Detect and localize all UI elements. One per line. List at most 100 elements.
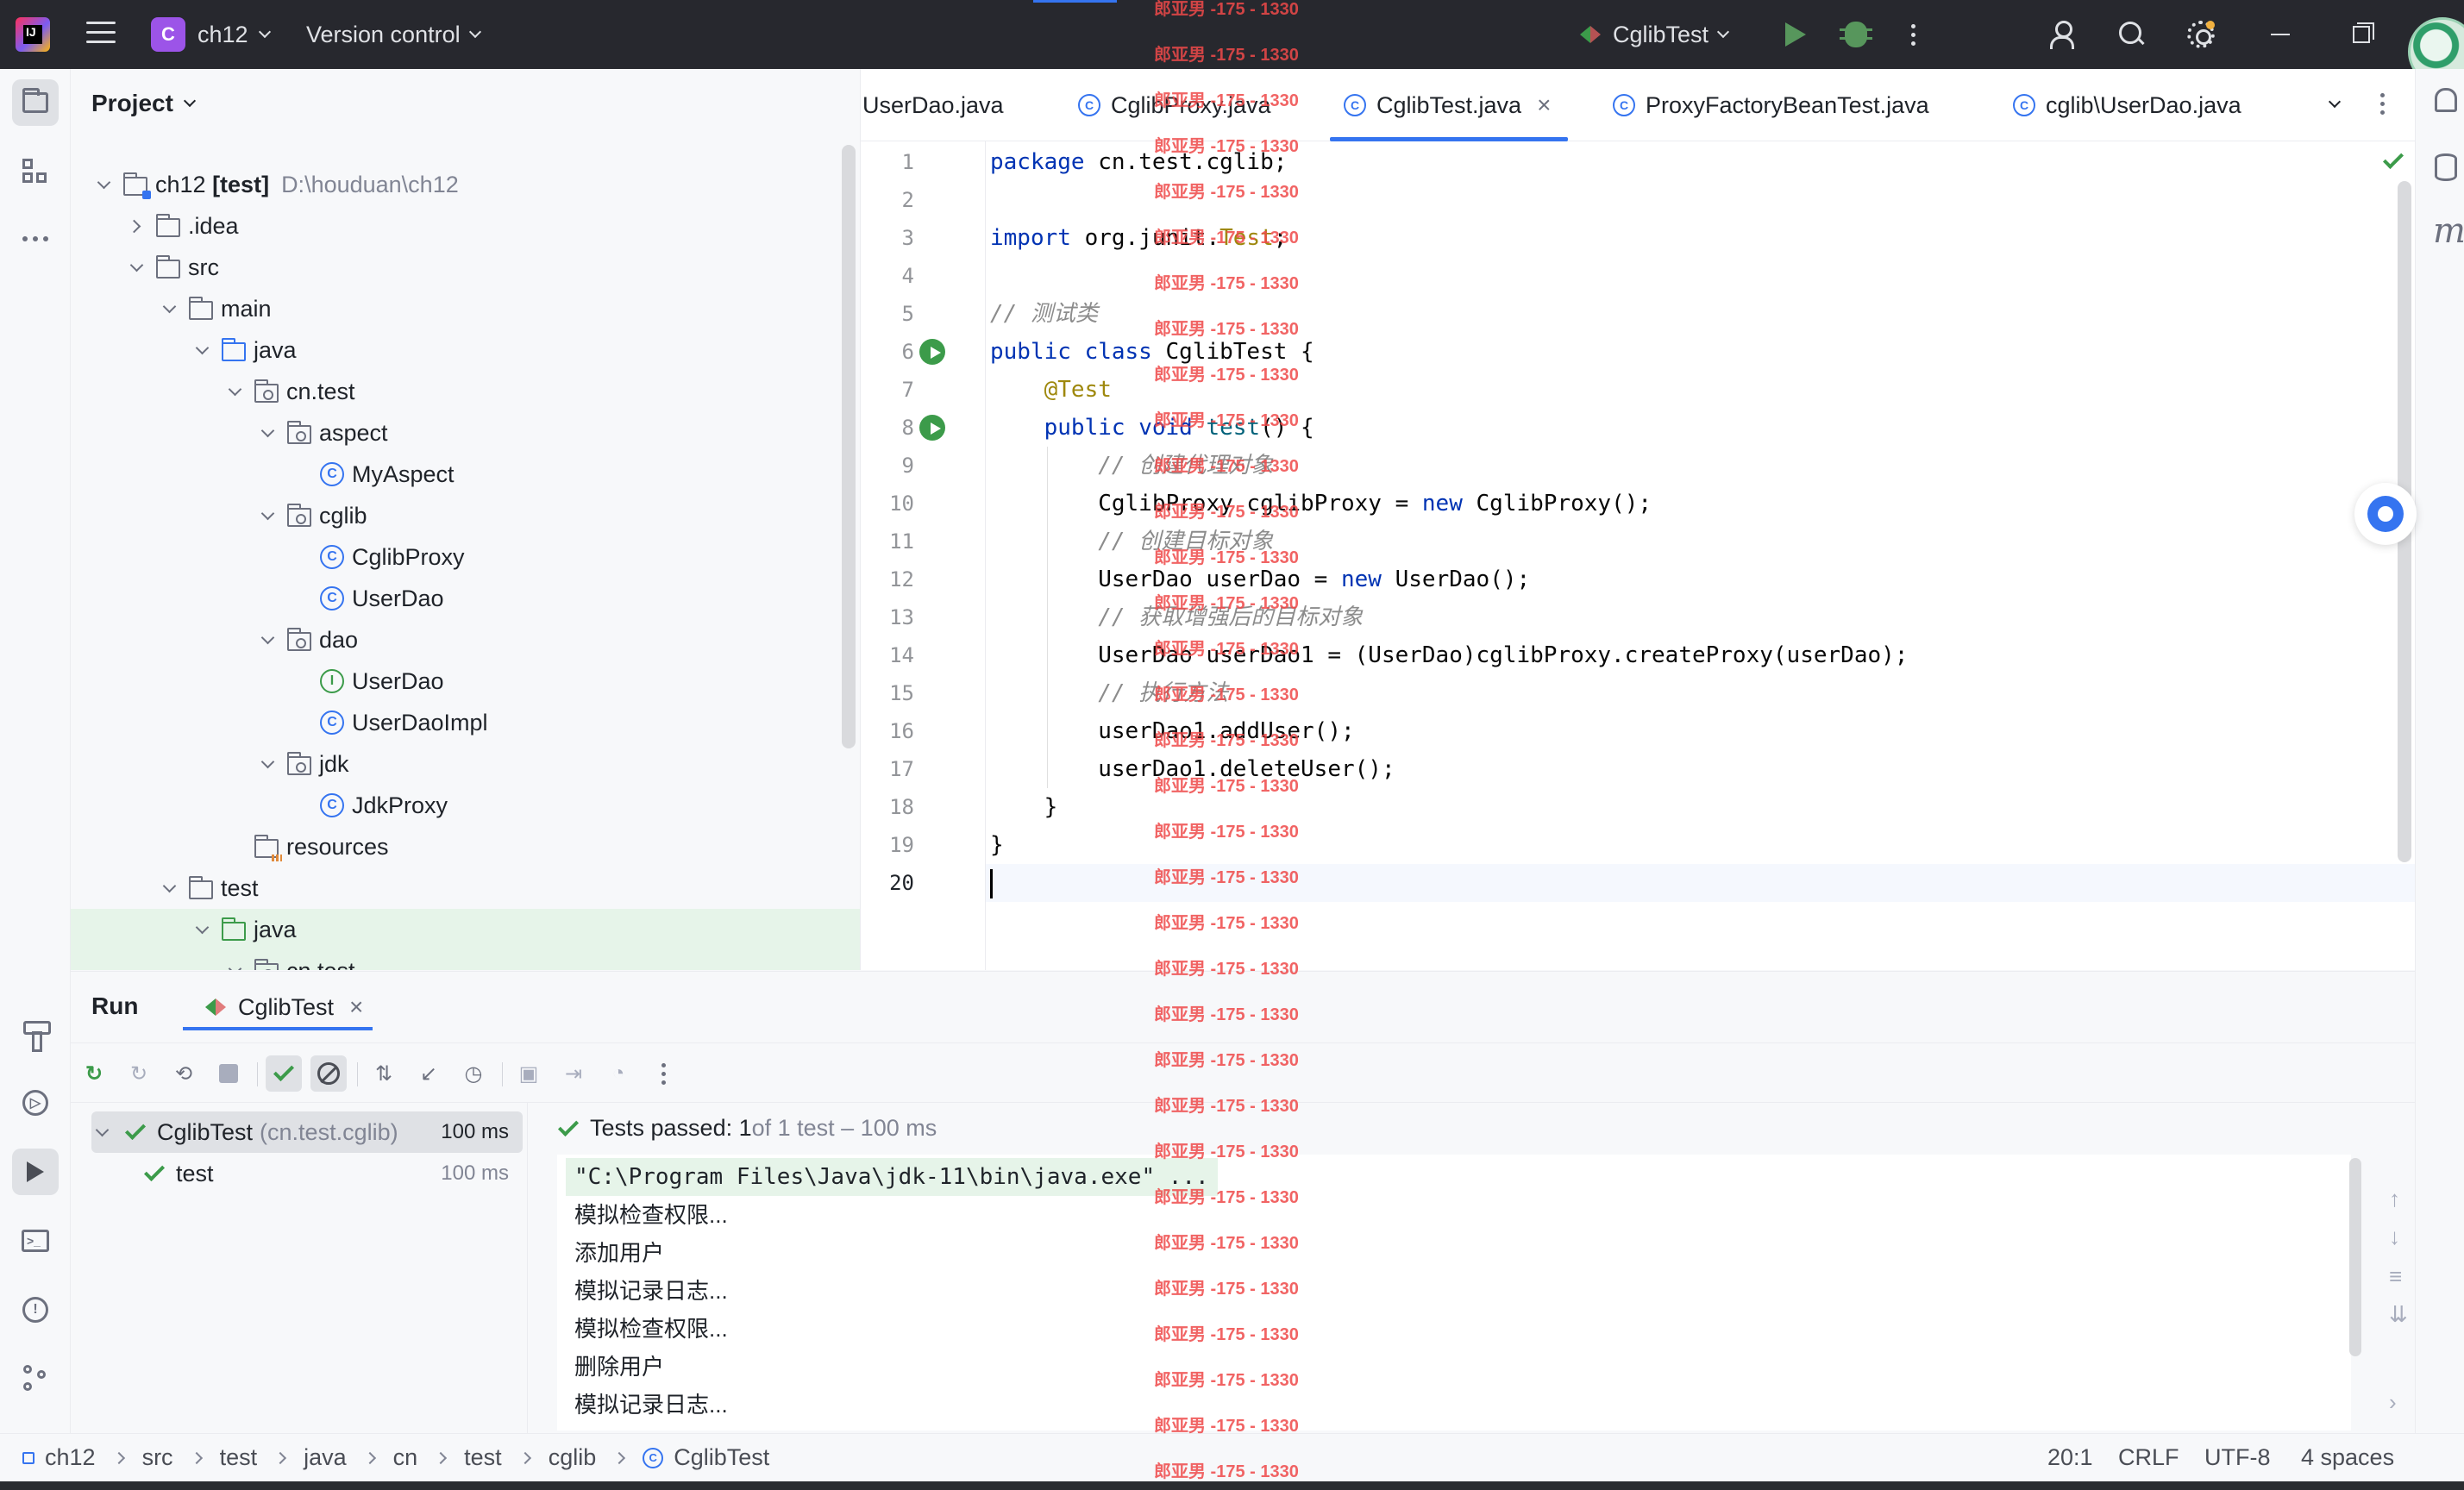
tree-item[interactable]: java bbox=[71, 909, 860, 950]
code-line[interactable]: // 创建代理对象 bbox=[990, 447, 1273, 485]
database-icon[interactable] bbox=[2435, 153, 2457, 181]
tree-item[interactable]: C CglibProxy bbox=[71, 536, 860, 578]
breadcrumb-item[interactable]: cn bbox=[393, 1444, 418, 1471]
more-tools-button[interactable] bbox=[12, 216, 59, 262]
chevron-down-icon[interactable] bbox=[257, 629, 278, 650]
tab-cglibtest[interactable]: C CglibTest.java × bbox=[1330, 69, 1569, 141]
terminal-tool-button[interactable]: >_ bbox=[12, 1218, 59, 1264]
code-line[interactable]: } bbox=[990, 826, 1004, 864]
chevron-down-icon[interactable] bbox=[257, 754, 278, 774]
tabs-more-button[interactable] bbox=[2380, 93, 2385, 115]
line-number[interactable]: 16 bbox=[861, 712, 914, 750]
chevron-down-icon[interactable] bbox=[191, 919, 212, 940]
tree-item[interactable]: C MyAspect bbox=[71, 454, 860, 495]
more-run-actions-button[interactable] bbox=[645, 1055, 681, 1092]
code-line[interactable]: package cn.test.cglib; bbox=[990, 143, 1287, 181]
problems-tool-button[interactable]: ! bbox=[12, 1287, 59, 1333]
more-actions-button[interactable] bbox=[1896, 17, 1930, 52]
breadcrumb-item[interactable]: src bbox=[142, 1444, 173, 1471]
tab-cglib-userdao[interactable]: Ccglib\UserDao.java bbox=[2013, 69, 2241, 141]
caret-position[interactable]: 20:1 bbox=[2047, 1444, 2093, 1471]
line-number[interactable]: 3 bbox=[861, 219, 914, 257]
build-tool-button[interactable] bbox=[12, 1011, 59, 1057]
tree-item[interactable]: C UserDao bbox=[71, 578, 860, 619]
code-line[interactable]: @Test bbox=[990, 371, 1112, 409]
scroll-to-end-icon[interactable]: ⇊ bbox=[2389, 1301, 2408, 1328]
project-panel-header[interactable]: Project bbox=[91, 90, 197, 117]
chevron-right-icon[interactable]: › bbox=[2389, 1389, 2397, 1416]
line-number[interactable]: 2 bbox=[861, 181, 914, 219]
code-line[interactable]: UserDao userDao1 = (UserDao)cglibProxy.c… bbox=[990, 636, 1908, 674]
project-tool-button[interactable] bbox=[12, 79, 59, 126]
add-user-button[interactable] bbox=[2046, 17, 2080, 52]
chevron-down-icon[interactable] bbox=[257, 505, 278, 526]
code-line[interactable]: // 测试类 bbox=[990, 295, 1098, 333]
chevron-down-icon[interactable] bbox=[159, 878, 179, 898]
scroll-up-icon[interactable]: ↑ bbox=[2389, 1186, 2400, 1212]
run-button[interactable] bbox=[1778, 17, 1813, 52]
project-scrollbar[interactable] bbox=[842, 145, 856, 748]
show-passed-toggle[interactable] bbox=[266, 1055, 302, 1092]
sort-button[interactable]: ⇅ bbox=[366, 1055, 402, 1092]
line-number[interactable]: 20 bbox=[861, 864, 914, 902]
line-number[interactable]: 12 bbox=[861, 560, 914, 598]
screenshot-button[interactable]: ▣ bbox=[511, 1055, 547, 1092]
restore-button[interactable] bbox=[2344, 17, 2379, 52]
history-button[interactable]: ◷ bbox=[455, 1055, 492, 1092]
tabs-dropdown-button[interactable] bbox=[2328, 95, 2342, 110]
line-number[interactable]: 1 bbox=[861, 143, 914, 181]
breadcrumb-item[interactable]: CglibTest bbox=[674, 1444, 769, 1471]
coverage-button[interactable]: ◔ bbox=[600, 1055, 636, 1092]
run-config-selector[interactable]: CglibTest bbox=[1580, 17, 1730, 52]
version-control-menu[interactable]: Version control bbox=[306, 17, 481, 52]
line-number-gutter[interactable]: 1 2 3 4 5 6 7 8 9 10 11 12 13 14 15 16 17 18 19 20 bbox=[861, 141, 986, 970]
tree-item[interactable]: java bbox=[71, 329, 860, 371]
notifications-icon[interactable] bbox=[2435, 88, 2457, 112]
chevron-right-icon[interactable] bbox=[126, 216, 147, 236]
breadcrumb-item[interactable]: java bbox=[304, 1444, 347, 1471]
line-number[interactable]: 13 bbox=[861, 598, 914, 636]
code-line[interactable]: import org.junit.Test; bbox=[990, 219, 1287, 257]
assistant-floating-button[interactable] bbox=[2354, 483, 2417, 545]
line-number[interactable]: 19 bbox=[861, 826, 914, 864]
tree-item[interactable]: C JdkProxy bbox=[71, 785, 860, 826]
breadcrumb-item[interactable]: test bbox=[220, 1444, 258, 1471]
code-editor[interactable]: UserDao.java C CglibProxy.java C CglibTest… bbox=[861, 69, 2415, 970]
git-tool-button[interactable] bbox=[12, 1355, 59, 1402]
scroll-down-icon[interactable]: ↓ bbox=[2389, 1224, 2400, 1250]
code-line[interactable]: // 执行方法 bbox=[990, 674, 1228, 712]
tree-item[interactable]: resources bbox=[71, 826, 860, 867]
line-number[interactable]: 14 bbox=[861, 636, 914, 674]
tree-item[interactable]: .idea bbox=[71, 205, 860, 247]
tree-item[interactable]: dao bbox=[71, 619, 860, 660]
debug-button[interactable] bbox=[1839, 17, 1873, 52]
code-line[interactable]: // 创建目标对象 bbox=[990, 523, 1273, 560]
code-line[interactable]: userDao1.addUser(); bbox=[990, 712, 1354, 750]
tab-userdao[interactable]: UserDao.java bbox=[862, 69, 1004, 141]
run-test-gutter-icon[interactable] bbox=[919, 339, 945, 365]
tree-item[interactable]: jdk bbox=[71, 743, 860, 785]
line-number[interactable]: 11 bbox=[861, 523, 914, 560]
chevron-down-icon[interactable] bbox=[191, 340, 212, 360]
tree-item[interactable]: cglib bbox=[71, 495, 860, 536]
search-button[interactable] bbox=[2115, 17, 2149, 52]
tree-item[interactable]: src bbox=[71, 247, 860, 288]
tree-item[interactable]: ch12 [test] D:\houduan\ch12 bbox=[71, 164, 860, 205]
line-number[interactable]: 6 bbox=[861, 333, 914, 371]
tab-proxyfactorybeantest[interactable]: C ProxyFactoryBeanTest.java bbox=[1613, 69, 1929, 141]
rerun-button[interactable]: ↻ bbox=[76, 1055, 112, 1092]
project-switcher[interactable]: C ch12 bbox=[151, 17, 271, 52]
line-number[interactable]: 8 bbox=[861, 409, 914, 447]
test-case-row[interactable]: test 100 ms bbox=[91, 1153, 523, 1194]
console-scrollbar[interactable] bbox=[2349, 1158, 2361, 1356]
code-line[interactable]: // 获取增强后的目标对象 bbox=[990, 598, 1363, 636]
show-ignored-toggle[interactable] bbox=[310, 1055, 347, 1092]
code-line[interactable]: public class CglibTest { bbox=[990, 333, 1314, 371]
code-line[interactable]: UserDao userDao = new UserDao(); bbox=[990, 560, 1530, 598]
run-tool-button[interactable] bbox=[12, 1149, 59, 1195]
tree-item[interactable]: test bbox=[71, 867, 860, 909]
collapse-button[interactable]: ↙ bbox=[411, 1055, 447, 1092]
chevron-down-icon[interactable] bbox=[257, 423, 278, 443]
settings-button[interactable] bbox=[2184, 17, 2218, 52]
tab-cglibproxy[interactable]: C CglibProxy.java bbox=[1078, 69, 1271, 141]
